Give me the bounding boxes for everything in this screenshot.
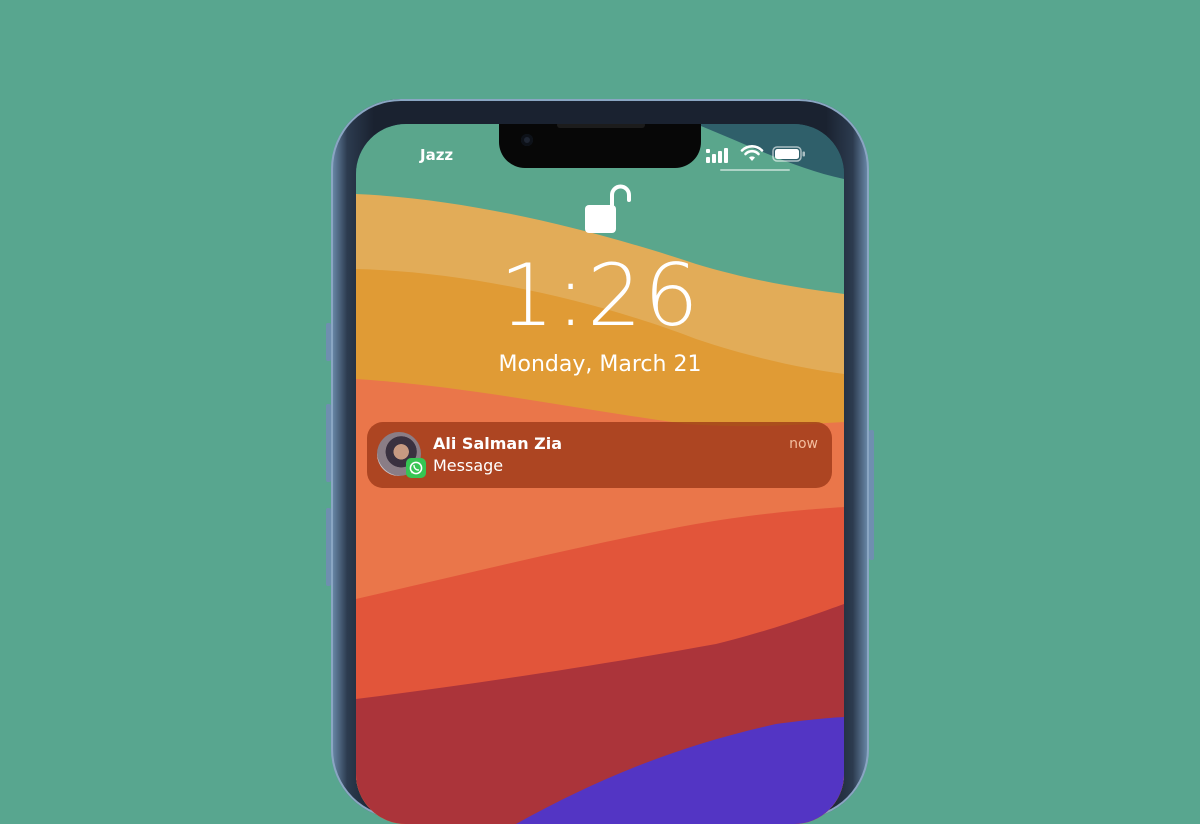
notch (499, 124, 701, 168)
whatsapp-glyph-icon (409, 461, 423, 475)
notification-sender: Ali Salman Zia (433, 434, 563, 453)
volume-down-button (326, 508, 331, 586)
cellular-signal-icon (706, 148, 728, 163)
lock-screen: Jazz 1:26 Monday, March 21 Ali Salman Zi… (356, 124, 844, 824)
battery-icon (772, 146, 805, 162)
power-button (869, 430, 874, 560)
unlocked-padlock-icon (585, 184, 631, 233)
notification-time: now (789, 436, 818, 452)
lock-screen-date: Monday, March 21 (498, 352, 702, 377)
speaker-grille (557, 124, 645, 128)
volume-up-button (326, 404, 331, 482)
carrier-name: Jazz (420, 146, 454, 164)
notification-card[interactable]: Ali Salman Zia Message now (367, 422, 832, 488)
control-center-indicator[interactable] (720, 169, 790, 171)
whatsapp-icon (406, 458, 426, 478)
mute-switch (326, 323, 331, 361)
status-icons (706, 144, 816, 164)
notification-message: Message (433, 456, 504, 475)
front-camera (521, 134, 533, 146)
wifi-icon (740, 145, 764, 161)
lock-screen-time: 1:26 (499, 246, 701, 346)
